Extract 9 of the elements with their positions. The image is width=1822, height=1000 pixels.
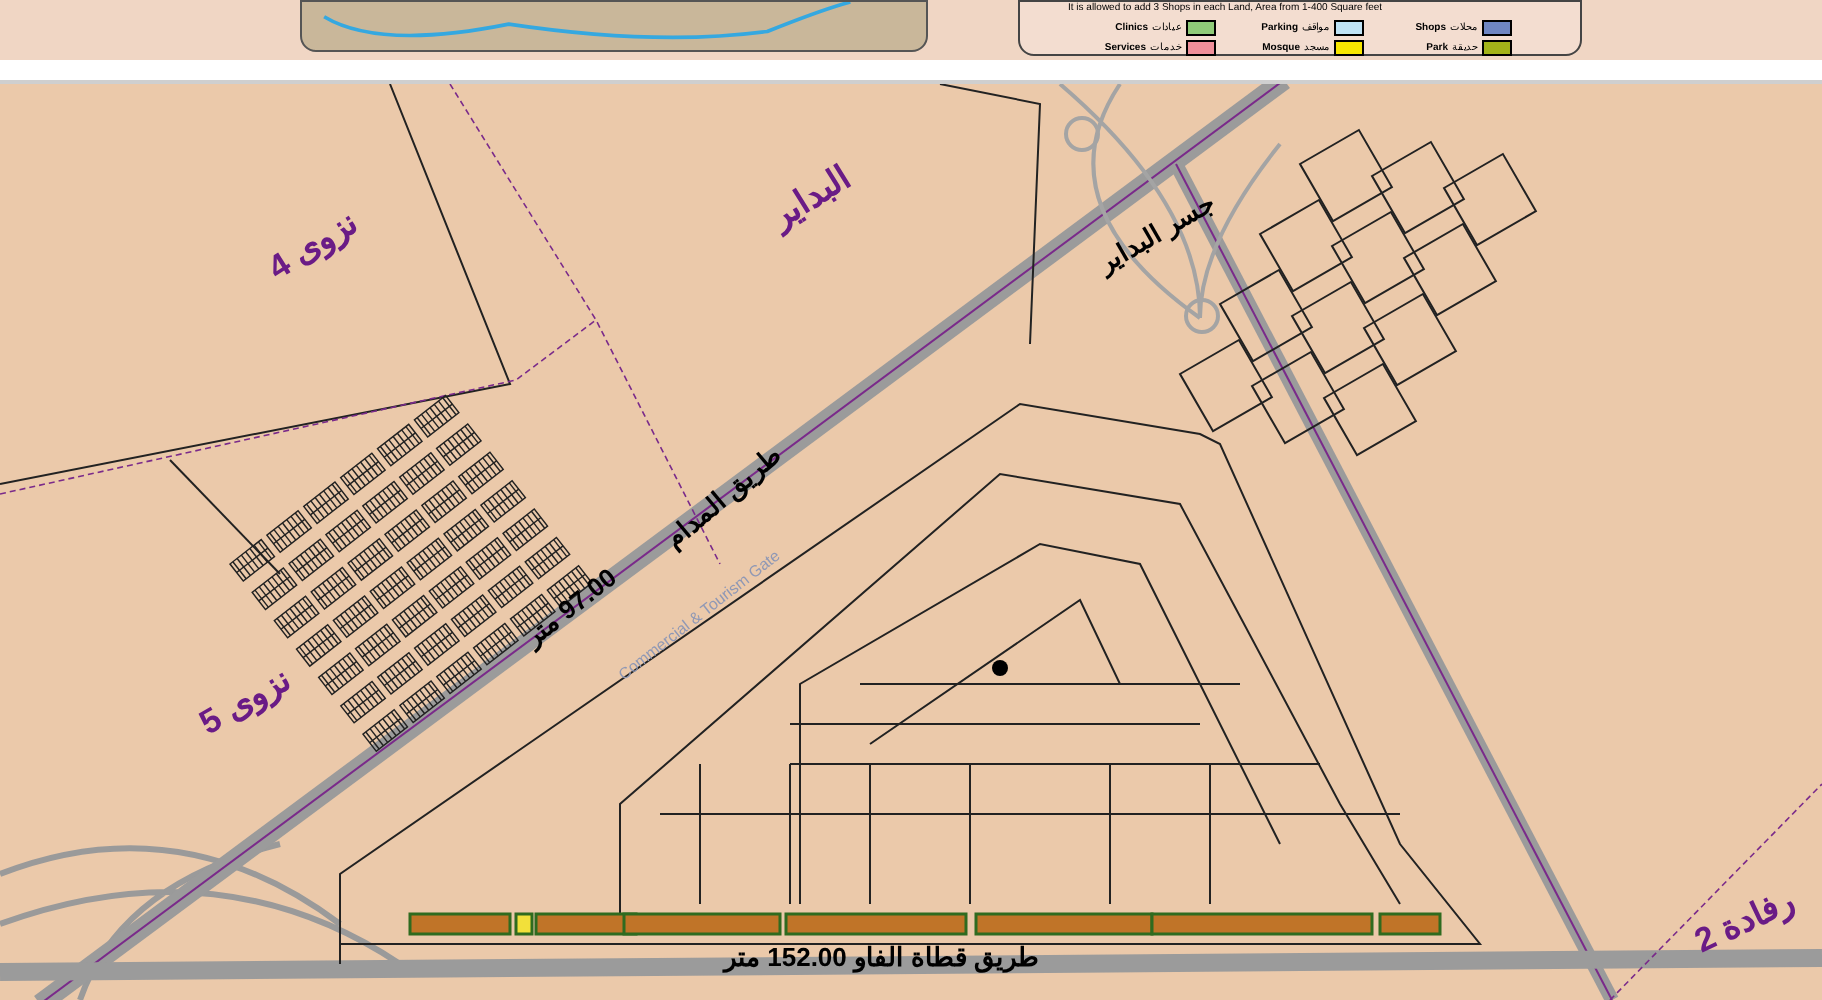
- road-label: 97.00 متر: [519, 563, 621, 651]
- district-label: نزوى 5: [194, 661, 297, 741]
- road-label: طريق قطاة الفاو 152.00 متر: [724, 944, 1039, 970]
- district-label: رفادة 2: [1689, 883, 1799, 959]
- road-label: طريق المدام: [660, 441, 786, 553]
- point-marker: [992, 660, 1008, 676]
- road-label: جسر البداير: [1094, 189, 1220, 277]
- district-label: نزوى 4: [262, 204, 364, 286]
- district-label: البداير: [765, 159, 857, 235]
